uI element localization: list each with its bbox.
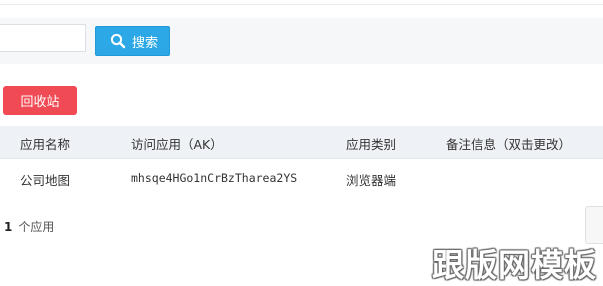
app-count-number: 1 <box>4 220 13 234</box>
ak-cell: mhsqe4HGo1nCrBzTharea2YS <box>131 171 298 185</box>
search-button[interactable]: 搜索 <box>95 26 170 56</box>
column-header-app-name: 应用名称 <box>20 137 71 152</box>
column-header-remarks: 备注信息（双击更改） <box>446 137 572 152</box>
table-header: 应用名称 访问应用（AK） 应用类别 备注信息（双击更改） <box>0 126 603 159</box>
search-icon <box>110 33 126 49</box>
search-input[interactable] <box>0 24 86 52</box>
search-bar: 搜索 <box>0 18 603 64</box>
app-count: 1 个应用 <box>4 218 54 235</box>
recycle-bin-label: 回收站 <box>20 95 60 110</box>
app-count-label: 个应用 <box>18 220 55 234</box>
column-header-category: 应用类别 <box>346 137 397 152</box>
recycle-bin-button[interactable]: 回收站 <box>3 86 77 115</box>
watermark-logo: 跟版网模板 <box>432 246 598 284</box>
top-divider <box>0 4 603 5</box>
search-button-label: 搜索 <box>132 35 159 51</box>
remarks-cell[interactable] <box>446 170 596 186</box>
app-name-cell: 公司地图 <box>20 173 71 188</box>
column-header-ak: 访问应用（AK） <box>131 137 223 152</box>
table-row: 公司地图 mhsqe4HGo1nCrBzTharea2YS 浏览器端 <box>0 159 603 197</box>
category-cell: 浏览器端 <box>346 173 397 188</box>
side-scroll-tab[interactable] <box>585 206 603 244</box>
